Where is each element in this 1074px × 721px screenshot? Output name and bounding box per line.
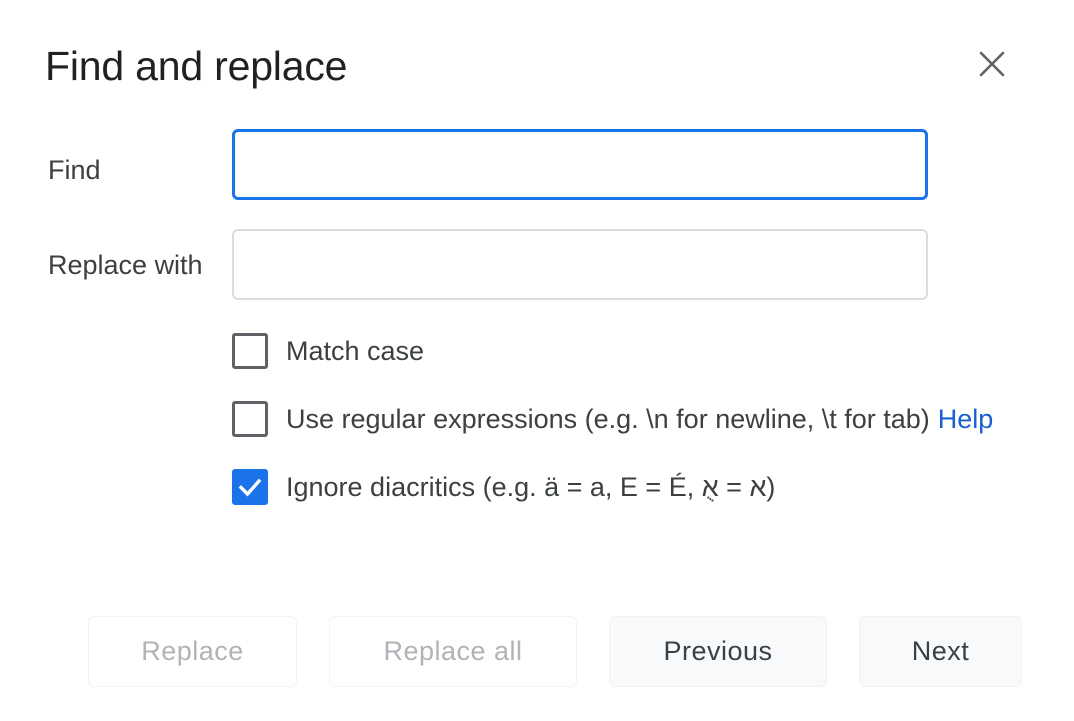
close-icon xyxy=(979,51,1005,77)
replace-with-label: Replace with xyxy=(48,250,203,280)
find-input[interactable] xyxy=(232,129,928,200)
next-button[interactable]: Next xyxy=(859,616,1022,687)
close-button[interactable] xyxy=(968,40,1016,88)
replace-with-input[interactable] xyxy=(232,229,928,300)
find-label: Find xyxy=(48,155,101,185)
regex-checkbox[interactable] xyxy=(232,401,268,437)
dialog-title: Find and replace xyxy=(45,43,348,89)
find-replace-dialog: Find and replace Find Replace with Match… xyxy=(0,0,1074,721)
match-case-option: Match case xyxy=(232,333,424,369)
replace-all-button[interactable]: Replace all xyxy=(329,616,577,687)
checkmark-icon xyxy=(238,478,262,497)
regex-label: Use regular expressions (e.g. \n for new… xyxy=(286,403,930,434)
match-case-checkbox[interactable] xyxy=(232,333,268,369)
ignore-diacritics-label: Ignore diacritics (e.g. ä = a, E = É, א … xyxy=(286,471,776,502)
ignore-diacritics-option: Ignore diacritics (e.g. ä = a, E = É, א … xyxy=(232,469,775,505)
replace-button[interactable]: Replace xyxy=(88,616,297,687)
regex-help-link[interactable]: Help xyxy=(938,404,994,435)
regex-option: Use regular expressions (e.g. \n for new… xyxy=(232,401,993,437)
ignore-diacritics-checkbox[interactable] xyxy=(232,469,268,505)
previous-button[interactable]: Previous xyxy=(609,616,827,687)
match-case-label: Match case xyxy=(286,335,425,366)
